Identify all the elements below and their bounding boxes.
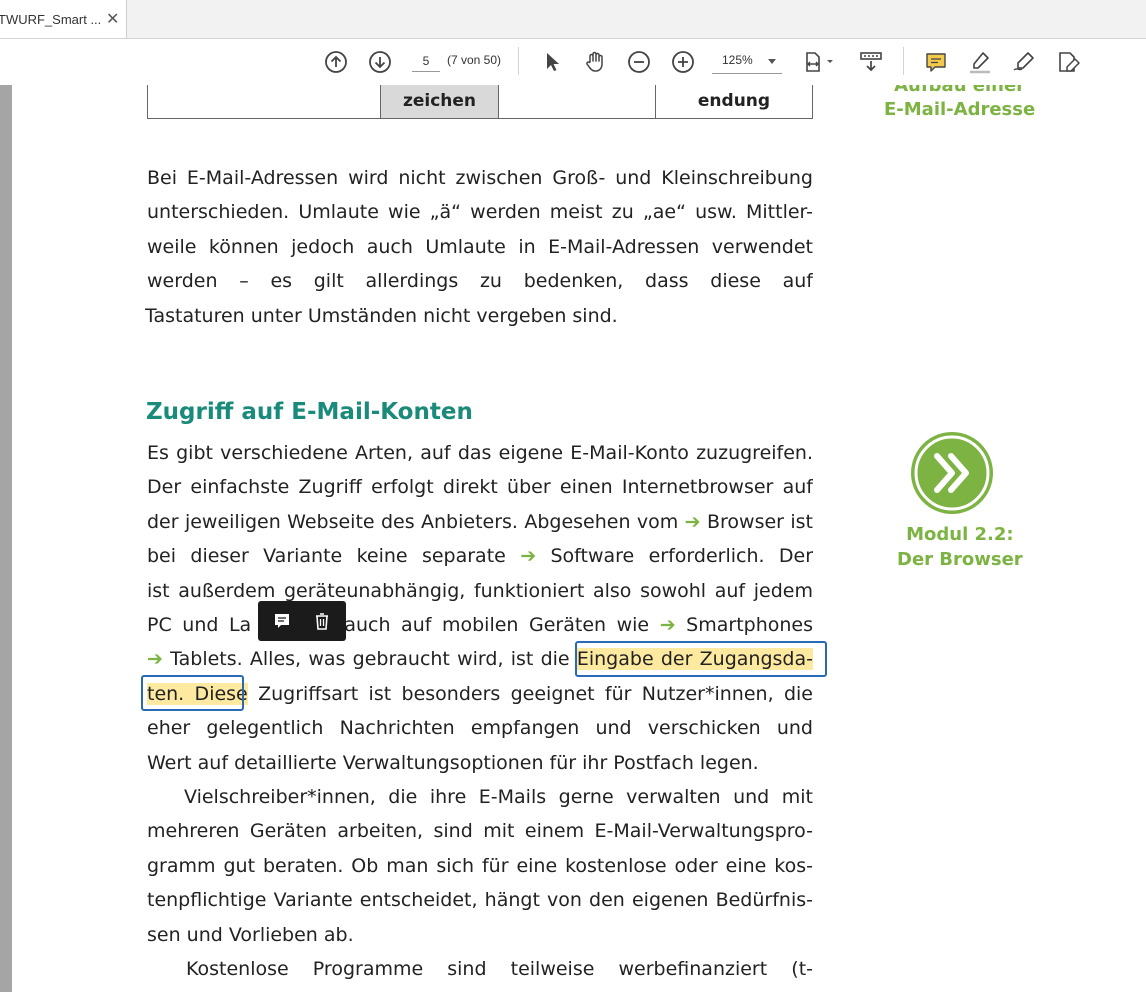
margin-note-module: Modul 2.2: Der Browser	[897, 522, 1023, 572]
draw-icon[interactable]	[1011, 49, 1037, 75]
text-line: gramm gut beraten. Ob man sich für eine …	[147, 854, 813, 877]
text-line: mehreren Geräten arbeiten, sind mit eine…	[147, 820, 813, 843]
paragraph-umlaute: Bei E-Mail-Adressen wird nicht zwischen …	[145, 161, 813, 333]
text-line: PC und La auch auf mobilen Geräten wie ➔…	[147, 608, 813, 642]
margin-note-address: Aufbau einer E-Mail-Adresse	[884, 85, 1035, 122]
cross-ref-arrow-icon: ➔	[147, 648, 163, 671]
text-line: ten. Diese Zugriffsart ist besonders gee…	[147, 677, 813, 711]
text-segment: bei dieser Variante keine separate	[147, 545, 506, 568]
address-structure-table: zeichen endung	[147, 85, 813, 119]
text-line: Tastaturen unter Umständen nicht vergebe…	[145, 304, 618, 327]
text-line: unterschieden. Umlaute wie „ä“ werden me…	[147, 201, 813, 224]
toolbar: (7 von 50) 125%	[0, 39, 1146, 86]
next-page-icon[interactable]	[367, 49, 393, 75]
margin-note-line: Aufbau einer	[894, 85, 1026, 96]
paragraph-vielschreiber: Vielschreiber*innen, die ihre E-Mails ge…	[147, 780, 813, 952]
zoom-select[interactable]: 125%	[712, 49, 782, 74]
text-line: der jeweiligen Webseite des Anbieters. A…	[147, 505, 813, 539]
text-segment: PC und La	[147, 613, 252, 636]
text-segment: auch auf mobilen Geräten wie	[344, 613, 650, 636]
delete-icon[interactable]	[310, 609, 334, 633]
text-segment: der jeweiligen Webseite des Anbieters. A…	[147, 510, 679, 533]
margin-note-line: Der Browser	[897, 549, 1023, 570]
text-line: sen und Vorlieben ab.	[147, 923, 354, 946]
document-tab[interactable]: TWURF_Smart ... ✕	[0, 0, 127, 38]
text-line: Wert auf detaillierte Verwaltungsoptione…	[147, 751, 759, 774]
text-line: eher gelegentlich Nachrichten empfangen …	[147, 717, 813, 740]
toolbar-divider	[903, 47, 904, 75]
text-line: Es gibt verschiedene Arten, auf das eige…	[147, 442, 813, 464]
comment-icon[interactable]	[923, 49, 949, 75]
toolbar-divider	[518, 47, 519, 75]
scroll-mode-icon[interactable]	[858, 49, 884, 75]
add-comment-icon[interactable]	[270, 609, 294, 633]
previous-page-icon[interactable]	[323, 49, 349, 75]
zoom-value: 125%	[722, 53, 753, 67]
cross-ref-arrow-icon: ➔	[659, 613, 676, 636]
select-cursor-icon[interactable]	[539, 49, 565, 75]
table-cell	[147, 85, 381, 119]
text-segment: Tablets. Alles, was gebraucht wird, ist …	[170, 648, 570, 671]
left-scroll-edge	[0, 85, 12, 992]
link-browser[interactable]: Browser ist	[707, 511, 813, 533]
chevron-down-icon	[768, 59, 776, 64]
zoom-in-icon[interactable]	[670, 49, 696, 75]
module-link-icon[interactable]	[910, 431, 994, 515]
hand-tool-icon[interactable]	[582, 49, 608, 75]
highlight-selection-box[interactable]	[141, 675, 244, 711]
highlight-selection-box[interactable]	[575, 641, 827, 677]
text-line: weile können jedoch auch Umlaute in E-Ma…	[147, 235, 813, 258]
tab-title: TWURF_Smart ...	[0, 12, 102, 27]
section-heading: Zugriff auf E-Mail-Konten	[146, 399, 473, 425]
text-line: ist außerdem geräteunabhängig, funktioni…	[147, 579, 813, 602]
cross-ref-arrow-icon: ➔	[520, 545, 537, 568]
table-cell	[498, 85, 656, 119]
paragraph-zugriff: Es gibt verschiedene Arten, auf das eige…	[147, 436, 813, 780]
table-cell: endung	[655, 85, 813, 119]
text-line: Vielschreiber*innen, die ihre E-Mails ge…	[184, 786, 813, 808]
fill-sign-icon[interactable]	[1055, 49, 1081, 75]
margin-note-line: E-Mail-Adresse	[884, 99, 1036, 120]
text-line: Bei E-Mail-Adressen wird nicht zwischen …	[147, 167, 813, 189]
annotation-popup	[258, 601, 346, 641]
page-count: (7 von 50)	[447, 53, 502, 67]
text-line: werden – es gilt allerdings zu bedenken,…	[147, 270, 813, 293]
page-fit-icon[interactable]	[803, 49, 839, 75]
text-line: bei dieser Variante keine separate ➔ Sof…	[147, 539, 813, 573]
close-icon[interactable]: ✕	[106, 9, 119, 29]
paragraph-kostenlose: Kostenlose Programme sind teilweise werb…	[147, 952, 813, 986]
document-page: zeichen endung Aufbau einer E-Mail-Adres…	[12, 85, 1146, 992]
zoom-out-icon[interactable]	[626, 49, 652, 75]
margin-note-line: Modul 2.2:	[906, 524, 1014, 545]
text-segment: Zugriffsart ist besonders geeignet für N…	[258, 682, 813, 705]
cross-ref-arrow-icon: ➔	[684, 510, 701, 533]
page-number-input[interactable]	[412, 51, 440, 72]
tab-bar: TWURF_Smart ... ✕	[0, 0, 1146, 39]
text-line: Kostenlose Programme sind teilweise werb…	[186, 958, 813, 980]
text-line: tenpflichtige Variante entscheidet, häng…	[147, 889, 813, 912]
table-cell: zeichen	[380, 85, 499, 119]
highlight-pen-icon[interactable]	[967, 49, 993, 75]
text-line: Der einfachste Zugriff erfolgt direkt üb…	[147, 476, 813, 499]
